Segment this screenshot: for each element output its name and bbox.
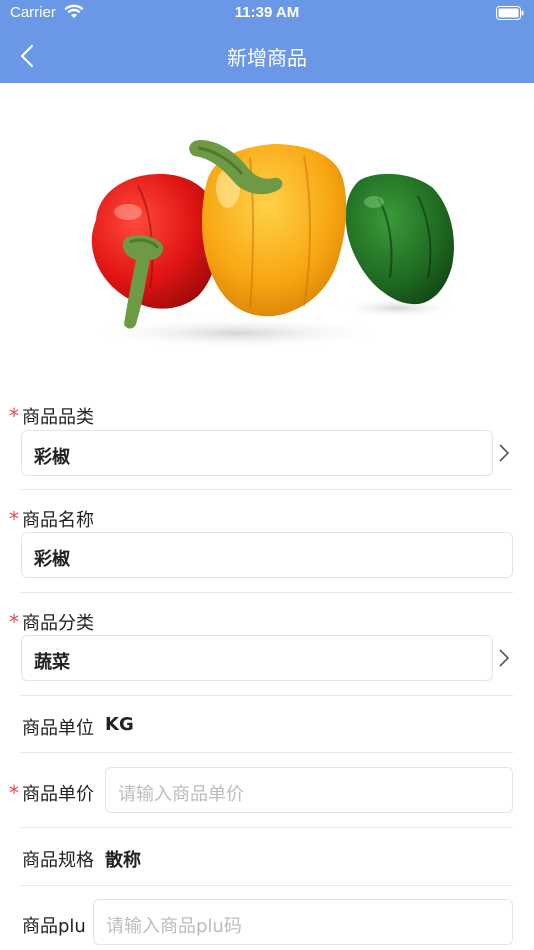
divider [21, 695, 513, 696]
required-marker: * [9, 781, 19, 805]
required-marker: * [9, 507, 19, 531]
plu-input[interactable]: 请输入商品plu码 [93, 899, 513, 945]
unit-label: 商品单位 [22, 718, 94, 739]
name-label: 商品名称 [22, 510, 94, 531]
spec-label: 商品规格 [22, 850, 94, 871]
divider [21, 489, 513, 490]
name-field[interactable]: 彩椒 [21, 532, 513, 578]
spec-value: 散称 [105, 850, 141, 871]
divider [21, 827, 513, 828]
category-label: 商品品类 [22, 407, 94, 428]
classification-chevron-right-icon[interactable] [497, 648, 511, 668]
bell-peppers-image[interactable] [78, 128, 458, 354]
divider [21, 885, 513, 886]
unit-value: KG [105, 714, 134, 735]
category-field[interactable]: 彩椒 [21, 430, 493, 476]
clock: 11:39 AM [234, 4, 300, 21]
classification-field[interactable]: 蔬菜 [21, 635, 493, 681]
divider [21, 752, 513, 753]
price-label: 商品单价 [22, 784, 94, 805]
status-bar: Carrier 11:39 AM [0, 0, 534, 28]
page-title: 新增商品 [227, 46, 307, 70]
price-placeholder: 请输入商品单价 [118, 784, 244, 805]
required-marker: * [9, 404, 19, 428]
plu-label: 商品plu [22, 916, 86, 937]
required-marker: * [9, 610, 19, 634]
classification-label: 商品分类 [22, 613, 94, 634]
category-chevron-right-icon[interactable] [497, 443, 511, 463]
plu-placeholder: 请输入商品plu码 [106, 916, 242, 937]
name-value: 彩椒 [34, 549, 70, 570]
classification-value: 蔬菜 [34, 652, 70, 673]
divider [21, 592, 513, 593]
category-value: 彩椒 [34, 447, 70, 468]
price-input[interactable]: 请输入商品单价 [105, 767, 513, 813]
battery-icon [496, 6, 524, 20]
navigation-bar: 新增商品 [0, 28, 534, 83]
